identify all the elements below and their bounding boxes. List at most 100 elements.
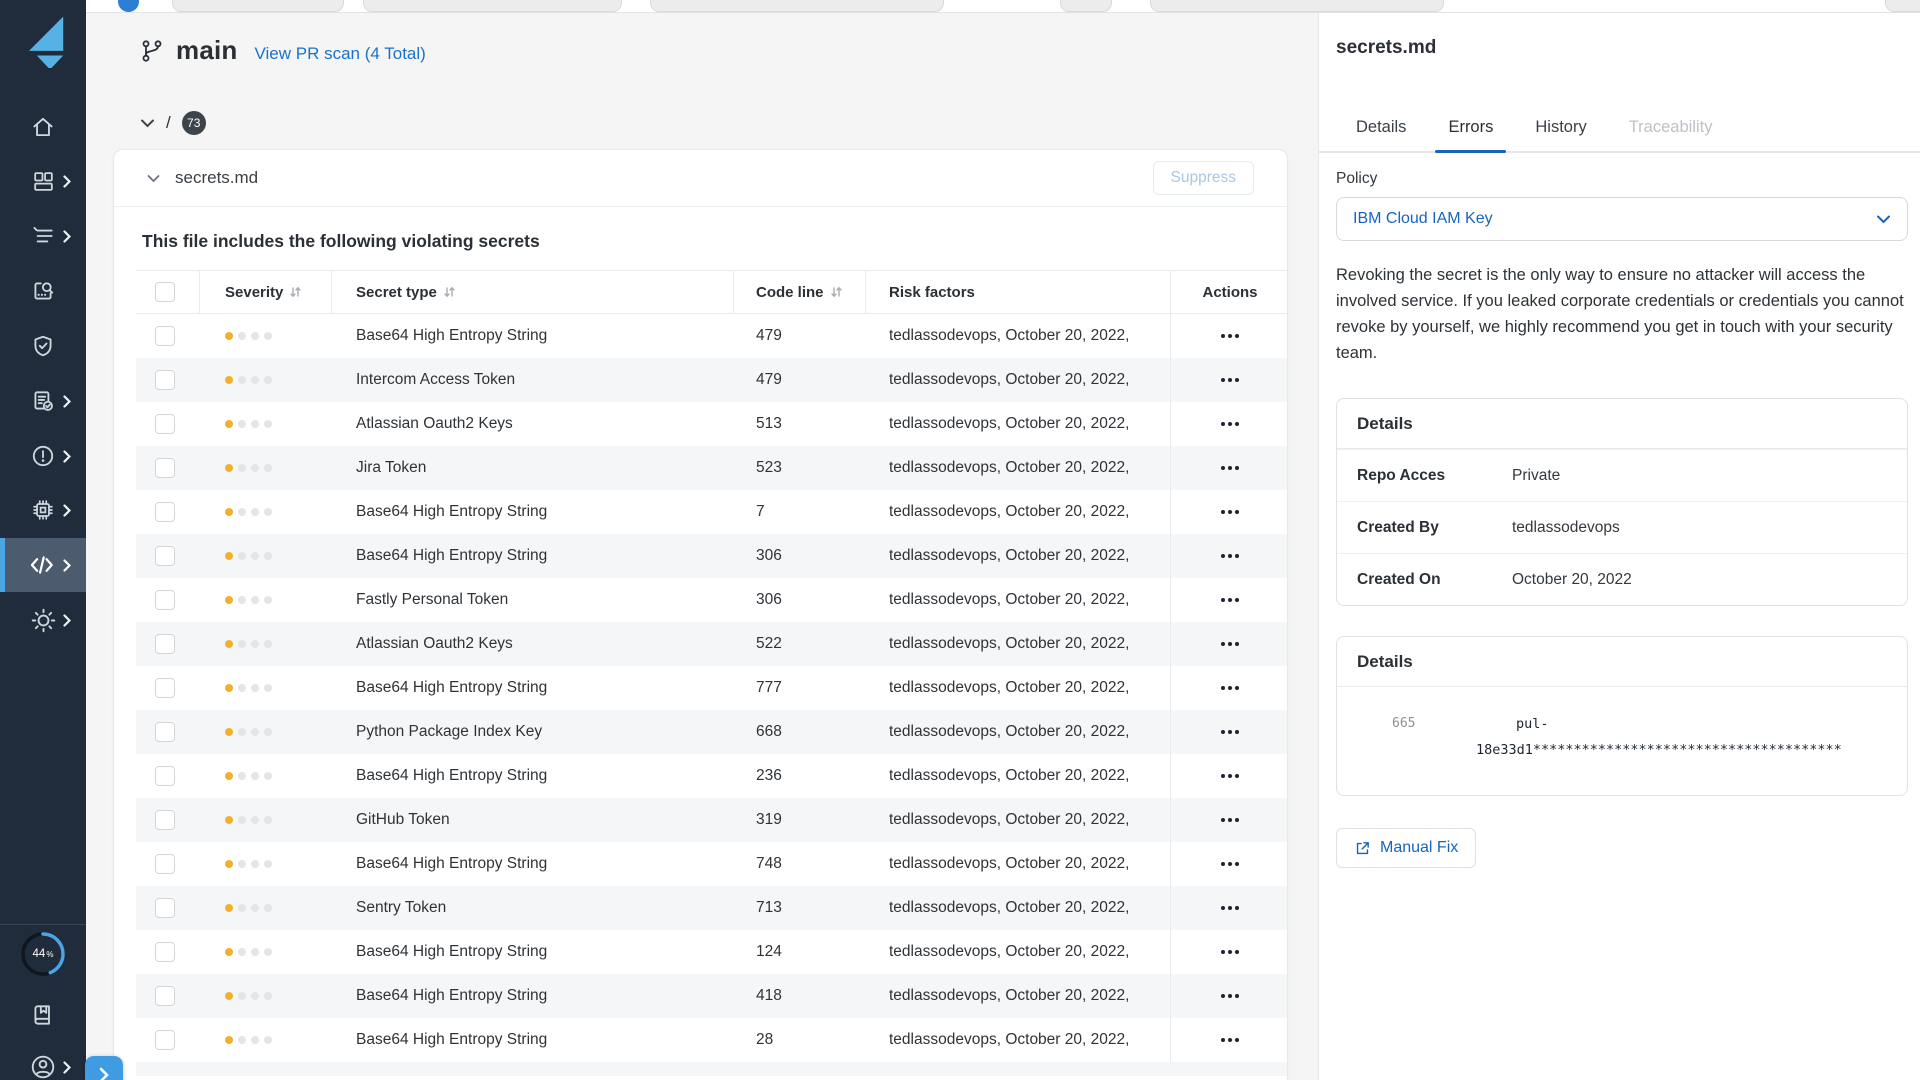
row-checkbox[interactable]	[155, 854, 175, 874]
suppress-button[interactable]: Suppress	[1153, 161, 1254, 195]
table-row[interactable]: Atlassian Oauth2 Keys 513 tedlassodevops…	[136, 402, 1287, 446]
row-checkbox[interactable]	[155, 986, 175, 1006]
column-header-secret-type[interactable]: Secret type	[332, 271, 734, 313]
row-checkbox[interactable]	[155, 458, 175, 478]
browser-chrome-remnant	[172, 0, 344, 12]
sidebar-item-settings[interactable]	[0, 593, 86, 647]
more-actions-button[interactable]	[1217, 724, 1243, 740]
manual-fix-button[interactable]: Manual Fix	[1336, 828, 1476, 868]
sidebar-item-reports[interactable]	[0, 374, 86, 428]
table-row[interactable]: Base64 High Entropy String 306 tedlassod…	[136, 534, 1287, 578]
table-row[interactable]: GitHub Token 319 tedlassodevops, October…	[136, 798, 1287, 842]
sidebar-item-projects[interactable]	[0, 154, 86, 208]
table-row[interactable]: Base64 High Entropy String 124 tedlassod…	[136, 930, 1287, 974]
risk-factors-cell: tedlassodevops, October 20, 2022,	[866, 974, 1171, 1018]
row-checkbox[interactable]	[155, 414, 175, 434]
sidebar-item-docs[interactable]	[0, 988, 86, 1042]
table-row[interactable]: Sentry Token 713 tedlassodevops, October…	[136, 886, 1287, 930]
row-checkbox[interactable]	[155, 634, 175, 654]
more-actions-button[interactable]	[1217, 460, 1243, 476]
severity-indicator	[200, 948, 332, 956]
severity-indicator	[200, 992, 332, 1000]
row-checkbox[interactable]	[155, 942, 175, 962]
layout-icon	[31, 169, 56, 194]
row-checkbox[interactable]	[155, 546, 175, 566]
details-row-value: tedlassodevops	[1512, 519, 1620, 537]
file-name: secrets.md	[175, 168, 258, 188]
sidebar-expand-button[interactable]	[85, 1056, 123, 1080]
more-actions-button[interactable]	[1217, 548, 1243, 564]
breadcrumb: / 73	[140, 111, 206, 135]
more-actions-button[interactable]	[1217, 812, 1243, 828]
more-actions-button[interactable]	[1217, 592, 1243, 608]
table-row[interactable]: Atlassian Oauth2 Keys 522 tedlassodevops…	[136, 622, 1287, 666]
tab-errors[interactable]: Errors	[1448, 118, 1493, 151]
table-row[interactable]: Base64 High Entropy String 418 tedlassod…	[136, 974, 1287, 1018]
risk-factors-cell: tedlassodevops, October 20, 2022,	[866, 358, 1171, 402]
collapse-chevron-icon[interactable]	[147, 174, 160, 183]
row-checkbox[interactable]	[155, 722, 175, 742]
more-actions-button[interactable]	[1217, 900, 1243, 916]
table-row[interactable]: Jira Token 523 tedlassodevops, October 2…	[136, 446, 1287, 490]
table-body: Base64 High Entropy String 479 tedlassod…	[114, 314, 1287, 1076]
sidebar-item-integrations[interactable]	[0, 483, 86, 537]
view-pr-scan-link[interactable]: View PR scan (4 Total)	[254, 44, 425, 64]
secret-type-cell: Atlassian Oauth2 Keys	[332, 415, 734, 433]
table-row[interactable]: Base64 High Entropy String 479 tedlassod…	[136, 314, 1287, 358]
table-row[interactable]: Base64 High Entropy String 236 tedlassod…	[136, 754, 1287, 798]
more-actions-button[interactable]	[1217, 504, 1243, 520]
table-row[interactable]: Base64 High Entropy String 748 tedlassod…	[136, 842, 1287, 886]
severity-dot	[264, 420, 272, 428]
sort-icon	[290, 286, 301, 298]
row-checkbox[interactable]	[155, 678, 175, 698]
more-actions-button[interactable]	[1217, 768, 1243, 784]
table-row[interactable]: Base64 High Entropy String 777 tedlassod…	[136, 666, 1287, 710]
code-line-cell: 124	[734, 943, 866, 961]
more-actions-button[interactable]	[1217, 856, 1243, 872]
more-actions-button[interactable]	[1217, 636, 1243, 652]
sidebar-item-code[interactable]	[0, 538, 86, 592]
row-checkbox[interactable]	[155, 766, 175, 786]
table-row[interactable]: Base64 High Entropy String 28 tedlassode…	[136, 1018, 1287, 1062]
more-actions-button[interactable]	[1217, 680, 1243, 696]
sidebar-item-home[interactable]	[0, 100, 86, 154]
sidebar-item-alerts[interactable]	[0, 429, 86, 483]
collapse-chevron-icon[interactable]	[140, 118, 155, 128]
table-row[interactable]: Base64 High Entropy String 7 tedlassodev…	[136, 490, 1287, 534]
row-checkbox[interactable]	[155, 502, 175, 522]
more-actions-button[interactable]	[1217, 1032, 1243, 1048]
details-row: Created By tedlassodevops	[1337, 501, 1907, 553]
tab-traceability[interactable]: Traceability	[1629, 118, 1713, 151]
table-row[interactable]: Python Package Index Key 668 tedlassodev…	[136, 710, 1287, 754]
code-line-cell: 668	[734, 723, 866, 741]
select-all-checkbox[interactable]	[155, 282, 175, 302]
row-checkbox[interactable]	[155, 326, 175, 346]
row-checkbox[interactable]	[155, 1030, 175, 1050]
risk-factors-cell: tedlassodevops, October 20, 2022,	[866, 1018, 1171, 1062]
more-actions-button[interactable]	[1217, 328, 1243, 344]
row-checkbox[interactable]	[155, 370, 175, 390]
column-header-severity[interactable]: Severity	[200, 271, 332, 313]
more-actions-button[interactable]	[1217, 416, 1243, 432]
chevron-right-icon	[63, 614, 71, 627]
row-checkbox[interactable]	[155, 590, 175, 610]
sidebar-item-security[interactable]	[0, 319, 86, 373]
table-row[interactable]: Intercom Access Token 479 tedlassodevops…	[136, 358, 1287, 402]
severity-dot-active	[225, 860, 233, 868]
column-header-code-line[interactable]: Code line	[734, 271, 866, 313]
tab-details[interactable]: Details	[1356, 118, 1406, 151]
sidebar-item-account[interactable]	[0, 1040, 86, 1080]
row-checkbox[interactable]	[155, 810, 175, 830]
sidebar-item-inventory[interactable]	[0, 209, 86, 263]
branch-name: main	[176, 35, 237, 66]
details-row-label: Created On	[1337, 571, 1512, 589]
severity-dot	[251, 684, 259, 692]
more-actions-button[interactable]	[1217, 372, 1243, 388]
policy-dropdown[interactable]: IBM Cloud IAM Key	[1336, 197, 1908, 241]
more-actions-button[interactable]	[1217, 944, 1243, 960]
table-row[interactable]: Fastly Personal Token 306 tedlassodevops…	[136, 578, 1287, 622]
more-actions-button[interactable]	[1217, 988, 1243, 1004]
row-checkbox[interactable]	[155, 898, 175, 918]
sidebar-item-scan[interactable]	[0, 264, 86, 318]
tab-history[interactable]: History	[1535, 118, 1586, 151]
